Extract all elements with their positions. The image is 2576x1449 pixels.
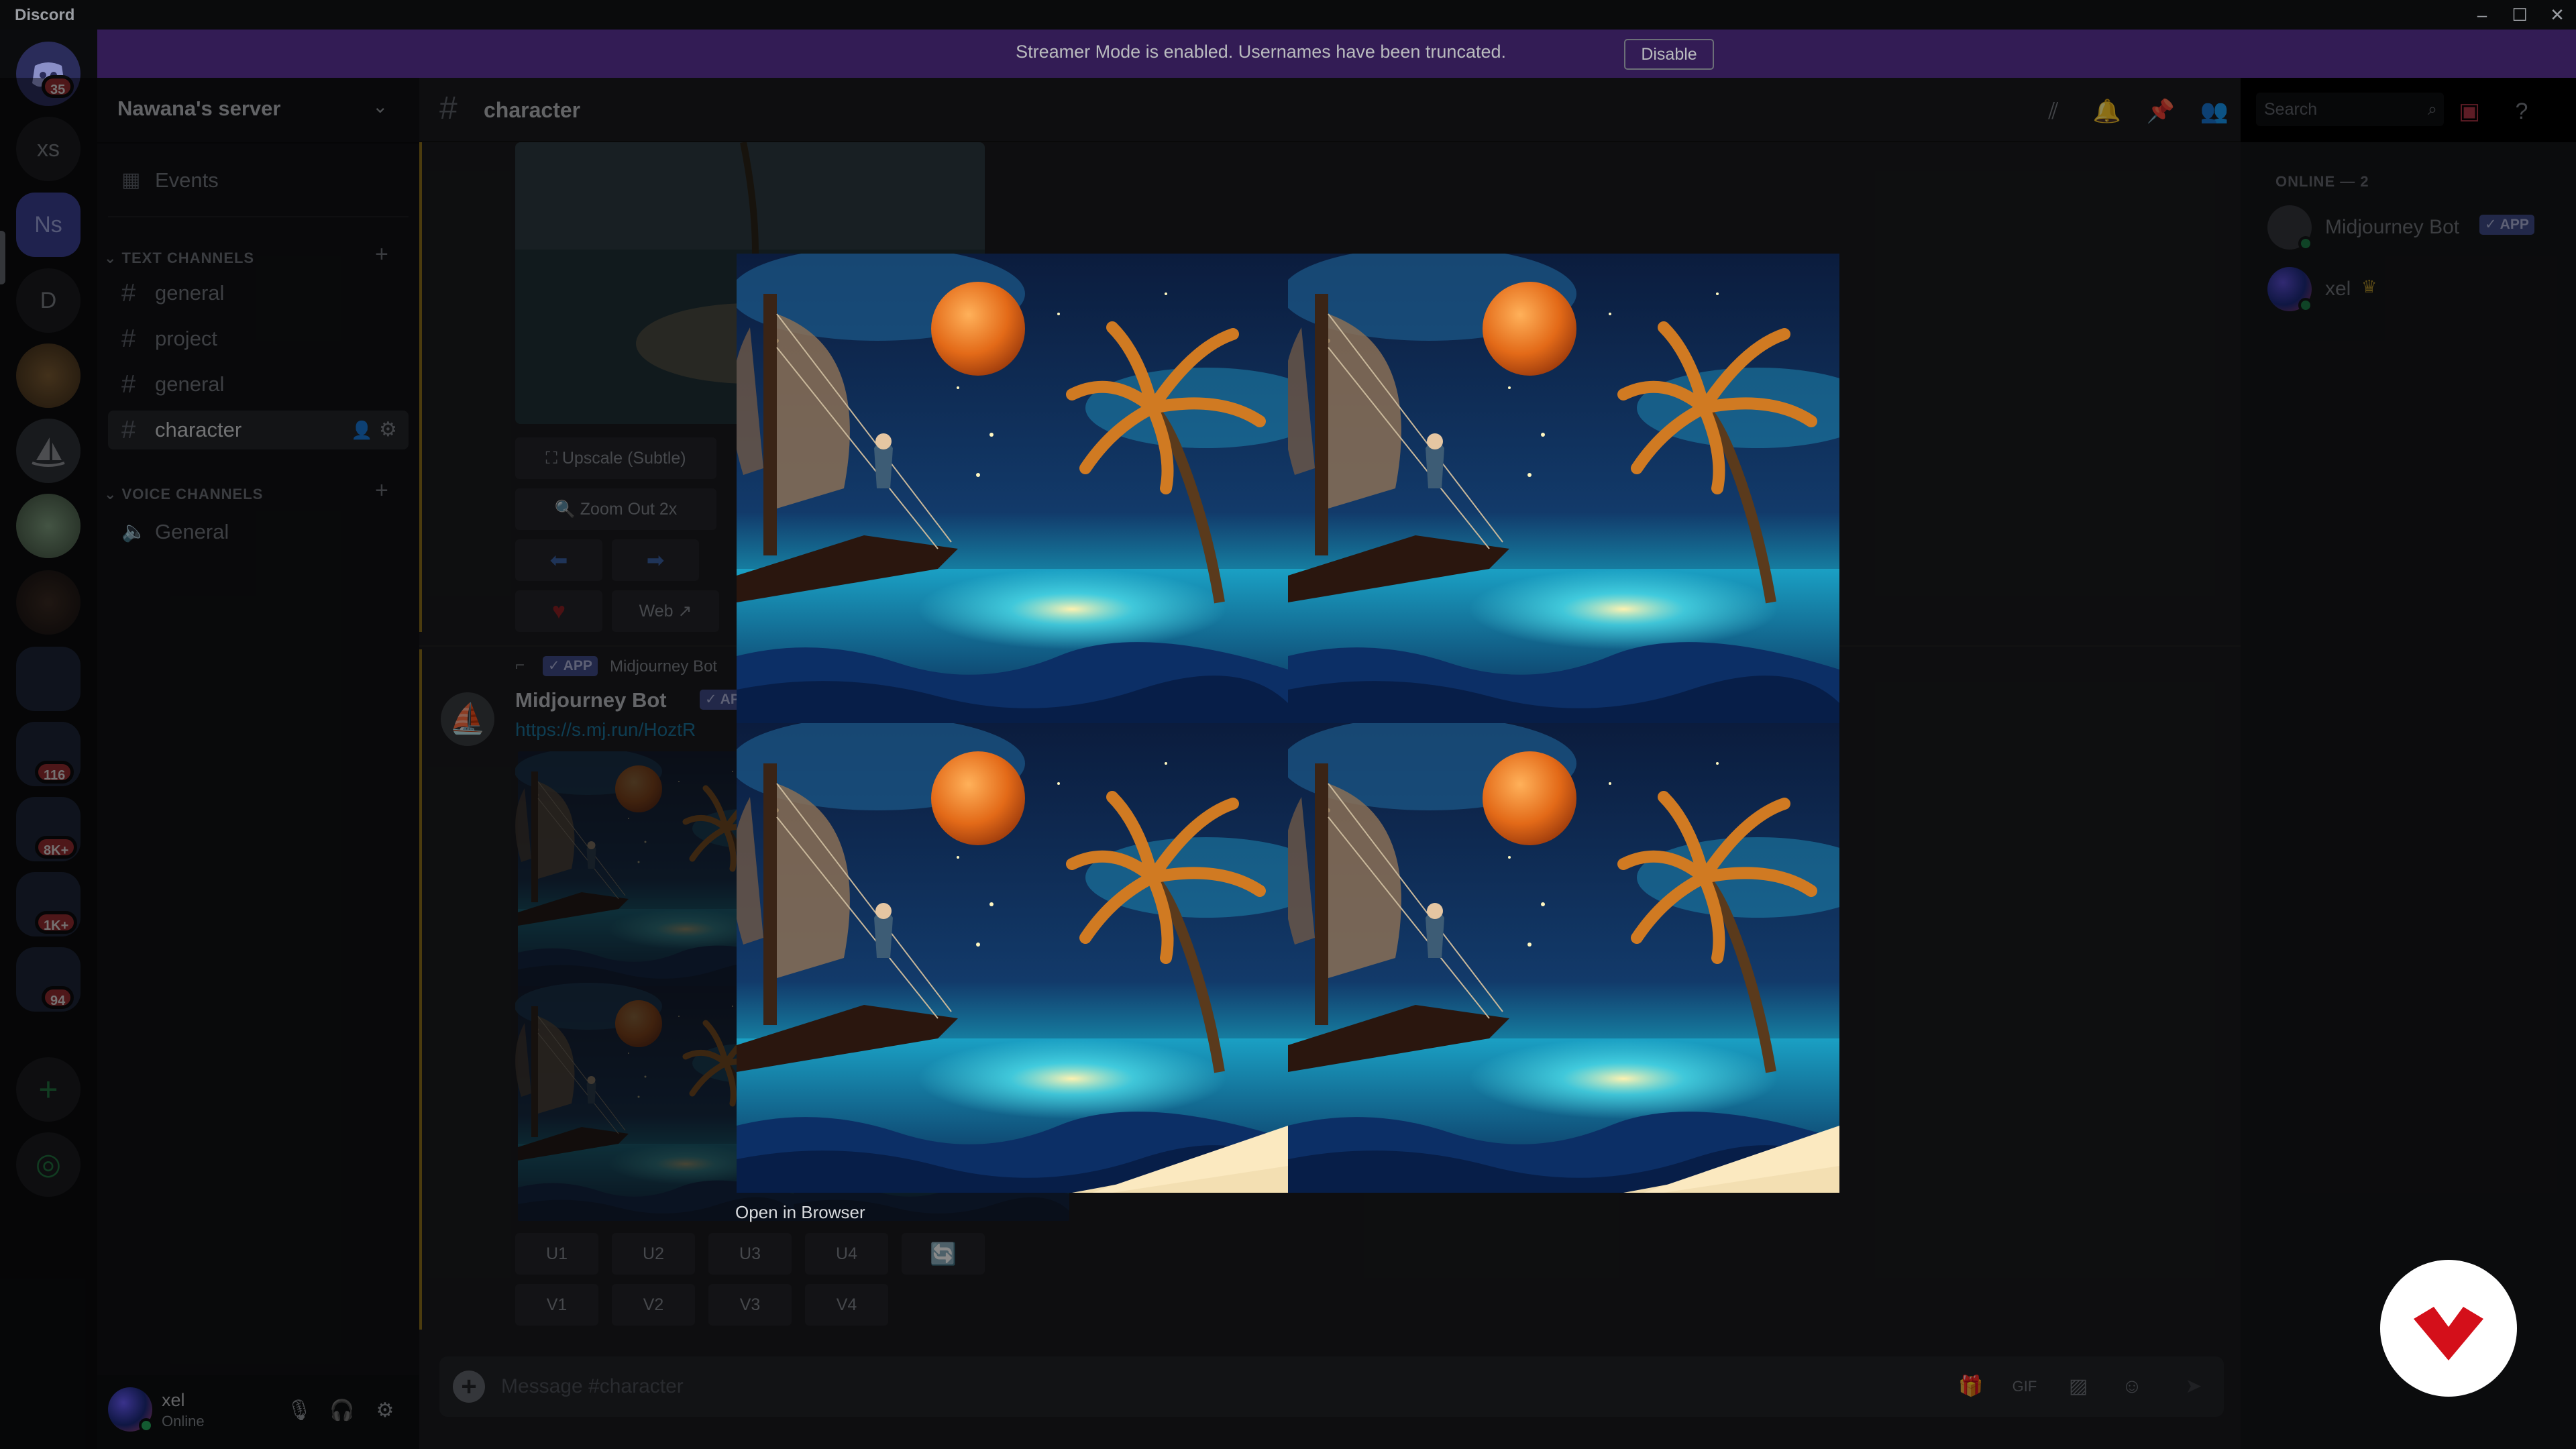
- open-in-browser-link[interactable]: Open in Browser: [735, 1202, 865, 1223]
- streamer-mode-banner: Streamer Mode is enabled. Usernames have…: [97, 30, 2576, 78]
- minimize-button[interactable]: –: [2462, 3, 2502, 27]
- grid-image-4: [1288, 723, 1839, 1193]
- grid-image-2: [1288, 254, 1839, 723]
- disable-streamer-mode-button[interactable]: Disable: [1624, 39, 1714, 70]
- overlay-logo: [2380, 1260, 2517, 1397]
- grid-image-1: [737, 254, 1288, 723]
- image-lightbox[interactable]: [737, 254, 1839, 1193]
- maximize-button[interactable]: ☐: [2500, 3, 2540, 27]
- banner-message: Streamer Mode is enabled. Usernames have…: [1016, 42, 1506, 62]
- title-bar: Discord – ☐ ✕: [0, 0, 2576, 30]
- grid-image-3: [737, 723, 1288, 1193]
- app-name: Discord: [15, 6, 75, 24]
- close-window-button[interactable]: ✕: [2537, 3, 2576, 27]
